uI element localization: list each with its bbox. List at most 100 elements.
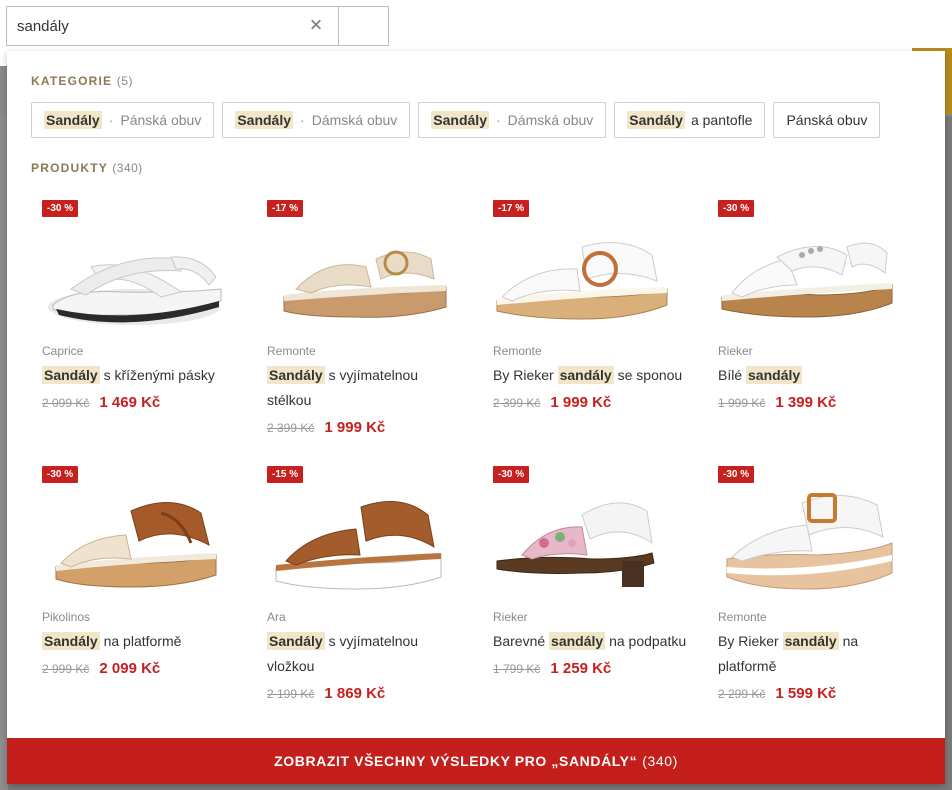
chip-highlight: Sandály xyxy=(44,111,102,129)
product-card[interactable]: -30 % Rieker Bílé sandály 1 999 Kč 1 399… xyxy=(707,197,912,411)
category-chip[interactable]: Sandály · Dámská obuv xyxy=(222,102,411,138)
discount-badge: -30 % xyxy=(718,200,755,217)
product-prices: 2 999 Kč 2 099 Kč xyxy=(31,660,236,677)
discount-badge: -15 % xyxy=(267,466,304,483)
product-prices: 2 299 Kč 1 599 Kč xyxy=(707,685,912,702)
product-brand: Remonte xyxy=(267,344,316,358)
discount-badge: -17 % xyxy=(267,200,304,217)
old-price: 2 399 Kč xyxy=(267,421,315,435)
product-image xyxy=(256,197,461,337)
products-heading: PRODUKTY (340) xyxy=(31,161,143,175)
product-brand: Remonte xyxy=(718,610,767,624)
categories-count: (5) xyxy=(116,74,133,88)
product-brand: Caprice xyxy=(42,344,84,358)
name-suffix: na platformě xyxy=(99,633,182,649)
product-prices: 2 199 Kč 1 869 Kč xyxy=(256,685,461,702)
show-all-count: (340) xyxy=(642,753,678,769)
old-price: 2 399 Kč xyxy=(493,396,541,410)
product-prices: 1 999 Kč 1 399 Kč xyxy=(707,394,912,411)
search-submit-button[interactable] xyxy=(338,6,389,46)
products-count: (340) xyxy=(112,161,143,175)
discount-badge: -30 % xyxy=(718,466,755,483)
product-image xyxy=(482,197,687,337)
name-highlight: Sandály xyxy=(42,366,100,384)
product-name: Sandály na platformě xyxy=(31,629,236,654)
name-prefix: Bílé xyxy=(718,367,747,383)
discount-badge: -30 % xyxy=(42,200,79,217)
product-brand: Rieker xyxy=(493,610,528,624)
product-prices: 2 399 Kč 1 999 Kč xyxy=(482,394,687,411)
product-brand: Ara xyxy=(267,610,286,624)
search-input[interactable] xyxy=(6,6,338,46)
name-prefix: By Rieker xyxy=(718,633,783,649)
search-bar: × xyxy=(6,6,389,46)
product-brand: Pikolinos xyxy=(42,610,91,624)
product-card[interactable]: -30 % Caprice Sandály s kříženými pásky … xyxy=(31,197,236,411)
product-brand: Remonte xyxy=(493,344,542,358)
product-prices: 2 099 Kč 1 469 Kč xyxy=(31,394,236,411)
chip-separator: · xyxy=(108,112,114,128)
product-prices: 1 799 Kč 1 259 Kč xyxy=(482,660,687,677)
chip-label: Pánská obuv xyxy=(786,112,868,128)
name-prefix: By Rieker xyxy=(493,367,558,383)
product-name: Sandály s vyjímatelnou stélkou xyxy=(256,363,461,413)
categories-heading: KATEGORIE (5) xyxy=(31,74,133,88)
category-chip[interactable]: Sandály · Pánská obuv xyxy=(31,102,215,138)
category-chip[interactable]: Sandály a pantofle xyxy=(614,102,766,138)
new-price: 1 999 Kč xyxy=(324,419,386,436)
new-price: 1 999 Kč xyxy=(550,394,612,411)
product-name: Sandály s kříženými pásky xyxy=(31,363,236,388)
new-price: 1 469 Kč xyxy=(99,394,161,411)
product-name: Barevné sandály na podpatku xyxy=(482,629,687,654)
product-prices: 2 399 Kč 1 999 Kč xyxy=(256,419,461,436)
name-highlight: Sandály xyxy=(267,632,325,650)
name-highlight: sandály xyxy=(549,632,606,650)
chip-subcategory: Pánská obuv xyxy=(120,112,202,128)
product-image xyxy=(31,197,236,337)
product-name: Bílé sandály xyxy=(707,363,912,388)
product-card[interactable]: -17 % Remonte Sandály s vyjímatelnou sté… xyxy=(256,197,461,436)
new-price: 2 099 Kč xyxy=(99,660,161,677)
chip-highlight: Sandály xyxy=(431,111,489,129)
name-suffix: se sponou xyxy=(613,367,683,383)
chip-subcategory: Dámská obuv xyxy=(311,112,398,128)
category-chip[interactable]: Sandály · Dámská obuv xyxy=(418,102,607,138)
product-card[interactable]: -17 % Remonte By Rieker sandály se spono… xyxy=(482,197,687,411)
chip-highlight: Sandály xyxy=(627,111,685,129)
chip-highlight: Sandály xyxy=(235,111,294,129)
product-name: Sandály s vyjímatelnou vložkou xyxy=(256,629,461,679)
category-chips: Sandály · Pánská obuv Sandály · Dámská o… xyxy=(31,102,881,138)
name-highlight: sandály xyxy=(557,366,614,384)
chip-separator: · xyxy=(496,112,501,128)
show-all-results-button[interactable]: ZOBRAZIT VŠECHNY VÝSLEDKY PRO „SANDÁLY“ … xyxy=(7,738,945,784)
product-card[interactable]: -30 % Rieker Barevné sandály na podpatku… xyxy=(482,463,687,677)
product-image xyxy=(31,463,236,603)
name-highlight: sandály xyxy=(746,366,803,384)
old-price: 1 799 Kč xyxy=(493,662,541,676)
product-card[interactable]: -30 % Pikolinos Sandály na platformě 2 9… xyxy=(31,463,236,677)
close-icon[interactable]: × xyxy=(306,14,326,36)
product-image xyxy=(256,463,461,603)
chip-label: a pantofle xyxy=(690,112,753,128)
product-card[interactable]: -15 % Ara Sandály s vyjímatelnou vložkou… xyxy=(256,463,461,702)
product-name: By Rieker sandály na platformě xyxy=(707,629,912,679)
product-image xyxy=(707,197,912,337)
new-price: 1 599 Kč xyxy=(775,685,837,702)
product-card[interactable]: -30 % Remonte By Rieker sandály na platf… xyxy=(707,463,912,702)
discount-badge: -30 % xyxy=(493,466,530,483)
old-price: 2 999 Kč xyxy=(42,662,90,676)
category-chip[interactable]: Pánská obuv xyxy=(773,102,881,138)
name-highlight: Sandály xyxy=(267,366,325,384)
old-price: 1 999 Kč xyxy=(718,396,766,410)
categories-title: KATEGORIE xyxy=(31,74,113,88)
name-suffix: s kříženými pásky xyxy=(99,367,215,383)
discount-badge: -17 % xyxy=(493,200,530,217)
product-image xyxy=(482,463,687,603)
old-price: 2 099 Kč xyxy=(42,396,90,410)
name-highlight: sandály xyxy=(782,632,839,650)
name-suffix: na podpatku xyxy=(605,633,687,649)
name-prefix: Barevné xyxy=(493,633,550,649)
show-all-label: ZOBRAZIT VŠECHNY VÝSLEDKY PRO „SANDÁLY“ xyxy=(274,753,638,769)
new-price: 1 869 Kč xyxy=(324,685,386,702)
discount-badge: -30 % xyxy=(42,466,79,483)
